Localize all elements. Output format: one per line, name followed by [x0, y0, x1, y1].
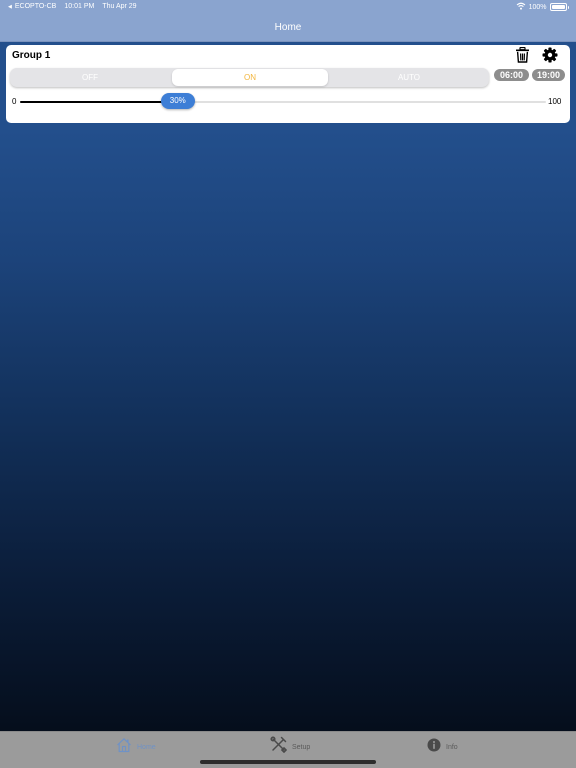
slider-min-label: 0 [12, 97, 17, 106]
slider-max-label: 100 [548, 97, 562, 106]
brightness-slider[interactable]: 30% [20, 93, 546, 109]
tab-home[interactable]: Home [116, 737, 156, 757]
schedule-start-time[interactable]: 06:00 [494, 69, 529, 81]
slider-fill [20, 101, 178, 103]
delete-group-button[interactable] [512, 46, 532, 68]
status-bar-right: 100% [516, 2, 569, 12]
mode-auto-segment[interactable]: AUTO [329, 68, 489, 87]
status-date: Thu Apr 29 [102, 3, 137, 10]
home-indicator [200, 760, 376, 764]
app-screen: ◀ ECOPTO-CB 10:01 PM Thu Apr 29 100% Hom… [0, 0, 576, 768]
back-app-label[interactable]: ECOPTO-CB [15, 3, 57, 10]
page-title: Home [274, 22, 302, 33]
trash-icon [515, 46, 530, 68]
mode-off-segment[interactable]: OFF [10, 68, 170, 87]
slider-thumb[interactable]: 30% [160, 93, 195, 109]
battery-percent: 100% [528, 3, 547, 11]
tab-setup-label: Setup [292, 743, 311, 751]
home-icon [116, 737, 132, 758]
schedule-end-time[interactable]: 19:00 [532, 69, 565, 81]
back-carat-icon[interactable]: ◀ [8, 4, 12, 10]
tab-info-label: Info [446, 743, 458, 751]
navigation-bar: Home [0, 14, 576, 42]
tools-icon [270, 736, 288, 758]
gear-icon [542, 47, 558, 68]
group-name: Group 1 [12, 50, 51, 61]
tab-setup[interactable]: Setup [270, 736, 311, 758]
status-time: 10:01 PM [64, 3, 95, 10]
group-settings-button[interactable] [540, 47, 560, 67]
info-icon [427, 738, 441, 757]
tab-home-label: Home [137, 743, 156, 751]
battery-icon [549, 3, 567, 11]
wifi-icon [516, 2, 526, 12]
battery-tip [567, 5, 569, 9]
status-bar: ◀ ECOPTO-CB 10:01 PM Thu Apr 29 100% [0, 0, 576, 14]
status-bar-left: ◀ ECOPTO-CB 10:01 PM Thu Apr 29 [8, 3, 137, 10]
mode-on-segment[interactable]: ON [172, 69, 328, 86]
mode-segmented-control: OFF ON AUTO [10, 68, 489, 87]
tab-info[interactable]: Info [427, 737, 458, 757]
group-card: Group 1 OFF ON AUTO 06:00 19:00 0 30% 10… [6, 45, 570, 123]
